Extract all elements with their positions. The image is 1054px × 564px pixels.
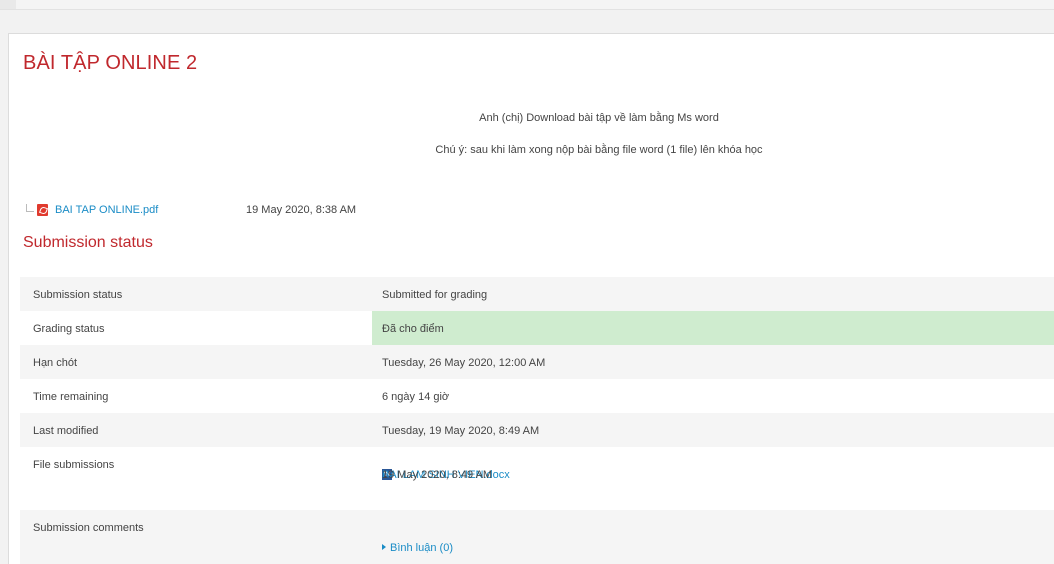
row-label: Grading status xyxy=(33,323,105,335)
intro-text-download: Anh (chị) Download bài tập về làm bằng M… xyxy=(479,112,719,124)
comments-toggle-link[interactable]: Bình luận (0) xyxy=(382,542,453,554)
row-value: Submitted for grading xyxy=(382,289,488,301)
submitted-file-date: 19 May 2020, 8:49 AM xyxy=(382,469,493,481)
row-value-cell: Submitted for grading xyxy=(372,277,1054,311)
submission-status-heading: Submission status xyxy=(23,234,153,251)
row-value: Đã cho điểm xyxy=(382,323,444,335)
row-label: Submission status xyxy=(33,289,123,301)
row-value: Tuesday, 26 May 2020, 12:00 AM xyxy=(382,357,546,369)
row-value: 6 ngày 14 giờ xyxy=(382,391,450,403)
intro-text-note: Chú ý: sau khi làm xong nộp bài bằng fil… xyxy=(435,144,763,156)
table-row-submission-status: Submission status Submitted for grading xyxy=(20,277,1054,311)
row-value-cell: 6 ngày 14 giờ xyxy=(372,379,1054,413)
attachment-link[interactable]: BAI TAP ONLINE.pdf xyxy=(55,204,158,216)
row-label: Hạn chót xyxy=(33,357,78,369)
graded-status-cell: Đã cho điểm xyxy=(372,311,1054,345)
page-title: BÀI TẬP ONLINE 2 xyxy=(23,52,198,74)
row-label: Last modified xyxy=(33,425,99,437)
tree-connector xyxy=(26,204,34,212)
row-label: Submission comments xyxy=(33,522,144,534)
triangle-right-icon xyxy=(382,544,386,550)
assignment-card: BÀI TẬP ONLINE 2 Anh (chị) Download bài … xyxy=(8,33,1054,564)
comments-toggle-label: Bình luận (0) xyxy=(390,542,453,554)
table-row-time-remaining: Time remaining 6 ngày 14 giờ xyxy=(20,379,1054,413)
row-value-cell: Tuesday, 26 May 2020, 12:00 AM xyxy=(372,345,1054,379)
table-row-last-modified: Last modified Tuesday, 19 May 2020, 8:49… xyxy=(20,413,1054,447)
attachment-date: 19 May 2020, 8:38 AM xyxy=(246,204,357,216)
row-value: Tuesday, 19 May 2020, 8:49 AM xyxy=(382,425,540,437)
comments-cell: Bình luận (0) xyxy=(372,510,1054,564)
row-label: Time remaining xyxy=(33,391,109,403)
table-row-grading-status: Grading status Đã cho điểm xyxy=(20,311,1054,345)
file-submissions-cell: W BAI LAM SINH VIEN.docx 19 May 2020, 8:… xyxy=(372,447,1054,510)
top-bar-left-strip xyxy=(0,0,16,9)
submission-status-table: Submission status Submitted for grading … xyxy=(20,277,1054,564)
table-row-file-submissions: File submissions W BAI LAM SINH VIEN.doc… xyxy=(20,447,1054,510)
table-row-due-date: Hạn chót Tuesday, 26 May 2020, 12:00 AM xyxy=(20,345,1054,379)
top-bar xyxy=(0,0,1054,10)
row-value-cell: Tuesday, 19 May 2020, 8:49 AM xyxy=(372,413,1054,447)
row-label: File submissions xyxy=(33,459,115,471)
pdf-icon xyxy=(37,204,48,216)
table-row-submission-comments: Submission comments Bình luận (0) xyxy=(20,510,1054,564)
